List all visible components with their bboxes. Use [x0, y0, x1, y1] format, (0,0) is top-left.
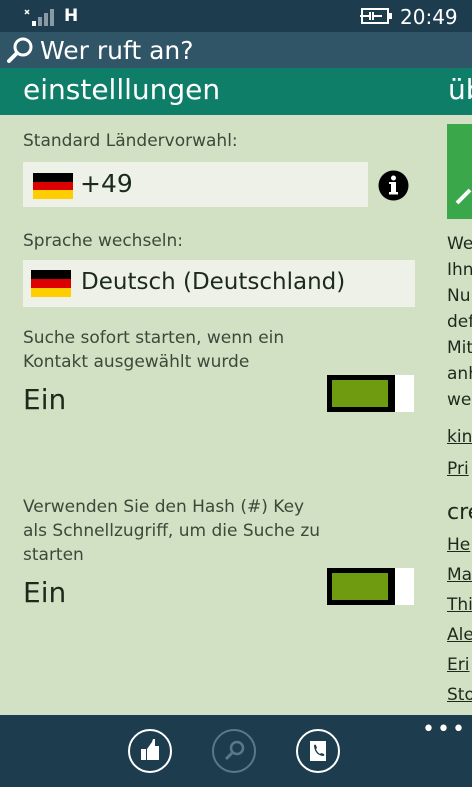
battery-charging-icon: [360, 8, 392, 24]
country-code-label: Standard Ländervorwahl:: [23, 131, 238, 151]
instant-search-label: Suche sofort starten, wenn ein Kontakt a…: [23, 328, 285, 372]
peek-link[interactable]: He: [447, 535, 470, 555]
app-title: Wer ruft an?: [40, 36, 194, 65]
country-code-value: +49: [80, 169, 133, 198]
germany-flag-icon: [31, 270, 71, 297]
thumbs-up-icon: [141, 739, 159, 760]
germany-flag-icon: [33, 173, 73, 199]
instant-search-toggle[interactable]: [327, 375, 414, 412]
hash-key-toggle[interactable]: [327, 568, 414, 605]
contacts-icon: [310, 741, 326, 761]
pivot-item-einstellungen[interactable]: einstelllungen: [23, 73, 220, 106]
peek-link[interactable]: Eri: [447, 655, 469, 675]
language-label: Sprache wechseln:: [23, 231, 183, 251]
peek-text-line: def: [447, 312, 472, 332]
signal-icon: [24, 9, 54, 26]
peek-text-line: Mit: [447, 338, 472, 358]
more-menu-button[interactable]: •••: [422, 717, 467, 742]
search-icon: [7, 37, 33, 63]
arrow-icon: [455, 188, 472, 205]
country-code-field[interactable]: [23, 162, 368, 207]
peek-link[interactable]: kin: [447, 427, 472, 447]
info-icon[interactable]: [378, 170, 409, 201]
contacts-button[interactable]: [296, 729, 340, 773]
peek-text-line: we: [447, 390, 472, 410]
peek-link[interactable]: Ale: [447, 625, 472, 645]
peek-text-line: Nu: [447, 286, 471, 306]
peek-link[interactable]: Sto: [447, 685, 472, 705]
hash-key-state: Ein: [23, 576, 67, 609]
pivot-item-ueber[interactable]: üb: [448, 73, 472, 106]
peek-link[interactable]: Ma: [447, 565, 472, 585]
peek-text-line: Ihn: [447, 260, 472, 280]
peek-link[interactable]: Pri: [447, 459, 469, 479]
peek-link[interactable]: Thi: [447, 595, 472, 615]
peek-heading: cre: [447, 500, 472, 525]
peek-text-line: We: [447, 234, 472, 254]
search-icon: [224, 740, 245, 761]
clock: 20:49: [400, 5, 458, 29]
instant-search-state: Ein: [23, 383, 67, 416]
search-button[interactable]: [212, 729, 256, 773]
language-value: Deutsch (Deutschland): [81, 269, 346, 295]
peek-text-line: anh: [447, 364, 472, 384]
hash-key-label: Verwenden Sie den Hash (#) Key als Schne…: [23, 497, 321, 565]
network-type: H: [64, 6, 79, 26]
like-button[interactable]: [128, 729, 172, 773]
